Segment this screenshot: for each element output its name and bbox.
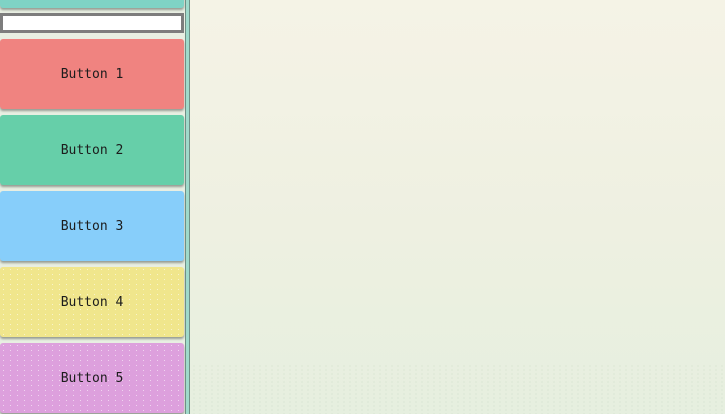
button-4[interactable]: Button 4 — [0, 267, 184, 337]
button-2-label: Button 2 — [60, 142, 124, 158]
main-content-area — [191, 0, 725, 414]
button-3[interactable]: Button 3 — [0, 191, 184, 261]
top-partial-button[interactable] — [0, 0, 184, 8]
button-5-label: Button 5 — [60, 370, 124, 386]
button-2[interactable]: Button 2 — [0, 115, 184, 185]
button-1[interactable]: Button 1 — [0, 39, 184, 109]
text-input-frame — [0, 13, 184, 33]
button-5[interactable]: Button 5 — [0, 343, 184, 413]
sidebar: Button 1 Button 2 Button 3 Button 4 Butt… — [0, 0, 186, 414]
button-1-label: Button 1 — [60, 66, 124, 82]
button-4-label: Button 4 — [60, 294, 124, 310]
button-3-label: Button 3 — [60, 218, 124, 234]
sidebar-divider[interactable] — [185, 0, 190, 414]
text-input[interactable] — [3, 16, 181, 30]
background-texture — [191, 364, 725, 414]
